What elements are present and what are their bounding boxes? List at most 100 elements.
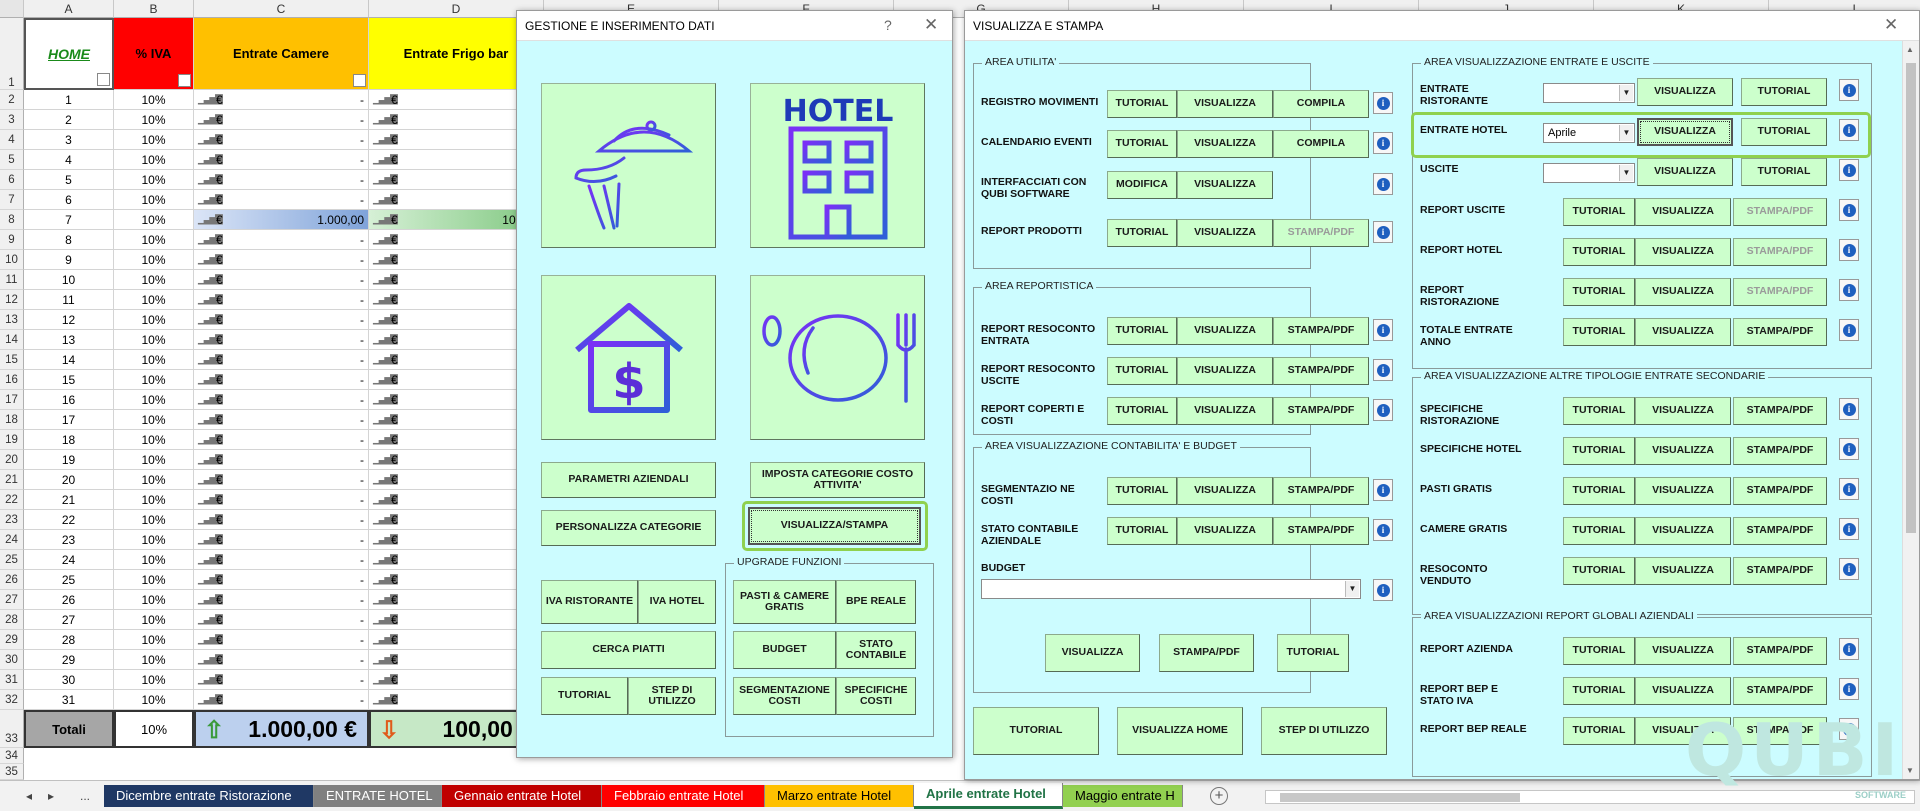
compila-button[interactable]: COMPILA <box>1273 90 1369 118</box>
day-cell[interactable]: 14 <box>24 350 114 370</box>
tutorial-button[interactable]: TUTORIAL <box>1107 477 1177 505</box>
info-button[interactable]: i <box>1839 119 1859 141</box>
iva-cell[interactable]: 10% <box>114 290 194 310</box>
select-all-corner[interactable] <box>0 0 24 18</box>
iva-cell[interactable]: 10% <box>114 670 194 690</box>
tutorial-button[interactable]: TUTORIAL <box>1107 90 1177 118</box>
day-cell[interactable]: 24 <box>24 550 114 570</box>
day-cell[interactable]: 30 <box>24 670 114 690</box>
sheet-tab[interactable]: Aprile entrate Hotel <box>914 783 1063 809</box>
camere-amount-cell[interactable]: ▁▃▅▇ € - <box>194 130 369 150</box>
row-header[interactable]: 1 <box>0 18 24 90</box>
visualizza-button[interactable]: VISUALIZZA <box>1635 557 1731 585</box>
row-header[interactable]: 12 <box>0 290 24 310</box>
day-cell[interactable]: 4 <box>24 150 114 170</box>
tutorial-button[interactable]: TUTORIAL <box>1107 397 1177 425</box>
tutorial-button[interactable]: TUTORIAL <box>1563 677 1635 705</box>
day-cell[interactable]: 3 <box>24 130 114 150</box>
money-button[interactable]: $ <box>541 275 716 440</box>
tutorial-button[interactable]: TUTORIAL <box>1107 317 1177 345</box>
camere-amount-cell[interactable]: ▁▃▅▇ € - <box>194 230 369 250</box>
day-cell[interactable]: 23 <box>24 530 114 550</box>
day-cell[interactable]: 28 <box>24 630 114 650</box>
row-header[interactable]: 4 <box>0 130 24 150</box>
iva-cell[interactable]: 10% <box>114 550 194 570</box>
row-header[interactable]: 11 <box>0 270 24 290</box>
visualizza-button[interactable]: VISUALIZZA <box>1637 158 1733 186</box>
stampa-pdf-button[interactable]: STAMPA/PDF <box>1733 637 1827 665</box>
sheet-tab[interactable]: ENTRATE HOTEL <box>314 785 442 807</box>
camere-amount-cell[interactable]: ▁▃▅▇ € - <box>194 550 369 570</box>
tutorial-button[interactable]: TUTORIAL <box>1563 238 1635 266</box>
tutorial-button[interactable]: TUTORIAL <box>1107 357 1177 385</box>
tutorial-button[interactable]: TUTORIAL <box>1563 517 1635 545</box>
compila-button[interactable]: COMPILA <box>1273 130 1369 158</box>
iva-cell[interactable]: 10% <box>114 630 194 650</box>
camere-amount-cell[interactable]: ▁▃▅▇ € - <box>194 110 369 130</box>
row-header[interactable]: 19 <box>0 430 24 450</box>
row-header[interactable]: 35 <box>0 764 24 780</box>
row-header[interactable]: 5 <box>0 150 24 170</box>
iva-cell[interactable]: 10% <box>114 350 194 370</box>
info-button[interactable]: i <box>1839 558 1859 580</box>
iva-cell[interactable]: 10% <box>114 390 194 410</box>
camere-amount-cell[interactable]: ▁▃▅▇ € - <box>194 190 369 210</box>
bpe-reale-button[interactable]: BPE REALE <box>836 580 916 624</box>
filter-dropdown-icon[interactable] <box>353 74 366 87</box>
day-cell[interactable]: 29 <box>24 650 114 670</box>
home-link-cell[interactable]: HOME <box>24 18 114 90</box>
iva-cell[interactable]: 10% <box>114 250 194 270</box>
info-button[interactable]: i <box>1373 319 1393 341</box>
row-header[interactable]: 24 <box>0 530 24 550</box>
row-header[interactable]: 31 <box>0 670 24 690</box>
iva-cell[interactable]: 10% <box>114 690 194 710</box>
camere-amount-cell[interactable]: ▁▃▅▇ € - <box>194 390 369 410</box>
camere-amount-cell[interactable]: ▁▃▅▇ € - <box>194 410 369 430</box>
stampa-pdf-button[interactable]: STAMPA/PDF <box>1273 317 1369 345</box>
entrate-ristorante-month-select[interactable]: ▼ <box>1543 83 1635 103</box>
tutorial-button[interactable]: TUTORIAL <box>1563 557 1635 585</box>
visualizza-button[interactable]: VISUALIZZA <box>1177 517 1273 545</box>
stampa-pdf-button[interactable]: STAMPA/PDF <box>1273 357 1369 385</box>
visualizza-button[interactable]: VISUALIZZA <box>1635 198 1731 226</box>
info-button[interactable]: i <box>1373 92 1393 114</box>
stampa-pdf-button[interactable]: STAMPA/PDF <box>1273 397 1369 425</box>
visualizza-stampa-button[interactable]: VISUALIZZA/STAMPA <box>748 507 921 545</box>
dining-button[interactable] <box>750 275 925 440</box>
close-button[interactable]: ✕ <box>924 11 938 39</box>
iva-cell[interactable]: 10% <box>114 450 194 470</box>
info-button[interactable]: i <box>1839 438 1859 460</box>
row-header[interactable]: 22 <box>0 490 24 510</box>
iva-cell[interactable]: 10% <box>114 410 194 430</box>
info-button[interactable]: i <box>1839 79 1859 101</box>
tutorial-button[interactable]: TUTORIAL <box>1107 517 1177 545</box>
chevron-down-icon[interactable]: ▼ <box>1619 165 1633 181</box>
day-cell[interactable]: 27 <box>24 610 114 630</box>
tab-prev-button[interactable]: ◂ <box>26 789 32 803</box>
day-cell[interactable]: 6 <box>24 190 114 210</box>
row-header[interactable]: 18 <box>0 410 24 430</box>
tutorial-button[interactable]: TUTORIAL <box>541 677 628 715</box>
visualizza-button[interactable]: VISUALIZZA <box>1177 219 1273 247</box>
stampa-pdf-button[interactable]: STAMPA/PDF <box>1159 634 1254 672</box>
iva-cell[interactable]: 10% <box>114 650 194 670</box>
tab-next-button[interactable]: ▸ <box>48 789 54 803</box>
day-cell[interactable]: 26 <box>24 590 114 610</box>
info-button[interactable]: i <box>1373 359 1393 381</box>
stampa-pdf-button[interactable]: STAMPA/PDF <box>1273 477 1369 505</box>
row-header[interactable]: 15 <box>0 350 24 370</box>
day-cell[interactable]: 15 <box>24 370 114 390</box>
camere-amount-cell[interactable]: ▁▃▅▇ € - <box>194 610 369 630</box>
day-cell[interactable]: 5 <box>24 170 114 190</box>
camere-amount-cell[interactable]: ▁▃▅▇ € - <box>194 370 369 390</box>
row-header[interactable]: 27 <box>0 590 24 610</box>
row-header[interactable]: 3 <box>0 110 24 130</box>
chevron-down-icon[interactable]: ▼ <box>1619 85 1633 101</box>
day-cell[interactable]: 17 <box>24 410 114 430</box>
sheet-tab[interactable]: Febbraio entrate Hotel <box>602 785 765 807</box>
home-link[interactable]: HOME <box>48 46 90 62</box>
info-button[interactable]: i <box>1839 398 1859 420</box>
camere-amount-cell[interactable]: ▁▃▅▇ € - <box>194 330 369 350</box>
visualizza-button[interactable]: VISUALIZZA <box>1637 118 1733 146</box>
visualizza-button[interactable]: VISUALIZZA <box>1177 171 1273 199</box>
